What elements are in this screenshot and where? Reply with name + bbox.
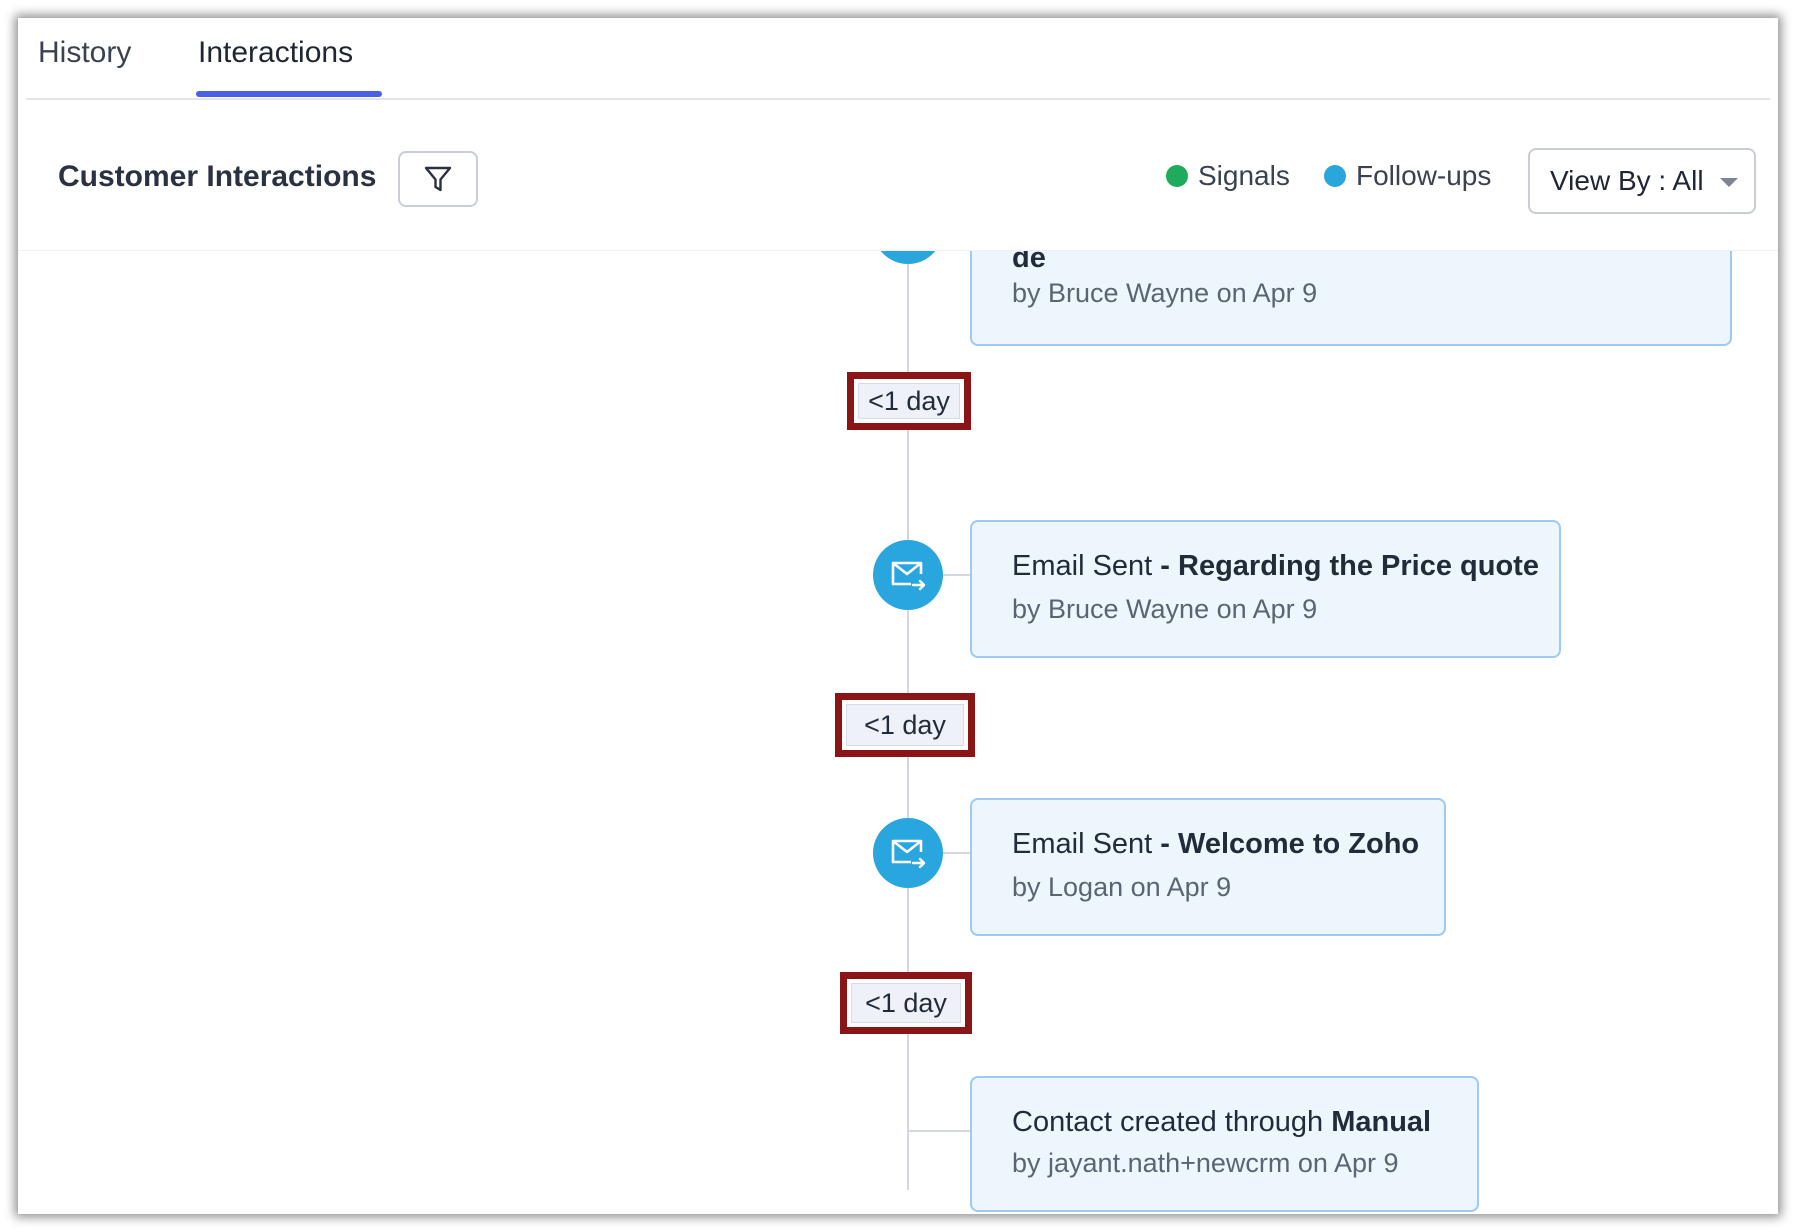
card-separator: - <box>1152 828 1179 860</box>
chevron-down-icon <box>1720 178 1738 187</box>
time-gap-badge: <1 day <box>847 372 971 430</box>
filter-button[interactable] <box>398 151 478 207</box>
view-by-label: View By : All <box>1550 165 1704 196</box>
time-gap-label: <1 day <box>858 383 960 419</box>
card-title: de <box>1012 250 1046 274</box>
tab-history[interactable]: History <box>38 36 131 70</box>
card-separator <box>1323 1106 1331 1138</box>
email-sent-icon <box>891 561 926 591</box>
timeline-card-email[interactable]: Email Sent - Welcome to Zoho by Logan on… <box>970 798 1446 936</box>
time-gap-badge: <1 day <box>840 972 972 1034</box>
funnel-icon <box>424 166 452 192</box>
signals-dot-icon <box>1166 165 1188 187</box>
time-gap-badge: <1 day <box>835 693 975 757</box>
timeline-card[interactable]: de by Bruce Wayne on Apr 9 <box>970 250 1732 346</box>
card-subject: Manual <box>1331 1106 1432 1138</box>
timeline-connector <box>908 1130 970 1132</box>
time-gap-label: <1 day <box>851 983 961 1023</box>
card-subtitle: by Bruce Wayne on Apr 9 <box>1012 278 1318 308</box>
interactions-panel: History Interactions Customer Interactio… <box>18 18 1778 1214</box>
card-title: Email Sent - Regarding the Price quote <box>1012 550 1539 583</box>
card-subject: Welcome to Zoho <box>1178 828 1420 860</box>
card-type: Email Sent <box>1012 550 1153 582</box>
time-gap-label: <1 day <box>846 704 964 746</box>
page-title: Customer Interactions <box>58 160 377 193</box>
view-by-dropdown[interactable]: View By : All <box>1528 148 1756 214</box>
timeline-card-email[interactable]: Email Sent - Regarding the Price quote b… <box>970 520 1561 658</box>
email-node <box>873 818 943 888</box>
card-type: Contact created through <box>1012 1106 1324 1138</box>
card-subject: Regarding the Price quote <box>1178 550 1539 582</box>
email-node <box>873 540 943 610</box>
legend-follow-ups-label: Follow-ups <box>1356 160 1492 191</box>
card-separator: - <box>1152 550 1179 582</box>
follow-ups-dot-icon <box>1324 165 1346 187</box>
active-tab-indicator <box>196 91 382 97</box>
legend-signals: Signals <box>1166 160 1290 192</box>
tab-bar: History Interactions <box>26 18 1770 100</box>
card-subtitle: by Logan on Apr 9 <box>1012 872 1232 902</box>
timeline-card-contact-created[interactable]: Contact created through Manual by jayant… <box>970 1076 1479 1212</box>
interactions-header: Customer Interactions Signals Follow-ups… <box>18 100 1778 251</box>
card-subtitle: by jayant.nath+newcrm on Apr 9 <box>1012 1148 1399 1178</box>
legend-follow-ups: Follow-ups <box>1324 160 1491 192</box>
legend-signals-label: Signals <box>1198 160 1290 191</box>
email-sent-icon <box>891 839 926 869</box>
follow-up-node-icon <box>873 250 943 264</box>
card-subtitle: by Bruce Wayne on Apr 9 <box>1012 594 1318 624</box>
card-type: Email Sent <box>1012 828 1153 860</box>
card-title: Email Sent - Welcome to Zoho <box>1012 828 1419 861</box>
tab-interactions[interactable]: Interactions <box>198 36 353 70</box>
timeline[interactable]: de by Bruce Wayne on Apr 9 <1 day Email … <box>18 250 1778 1214</box>
card-title: Contact created through Manual <box>1012 1106 1431 1139</box>
